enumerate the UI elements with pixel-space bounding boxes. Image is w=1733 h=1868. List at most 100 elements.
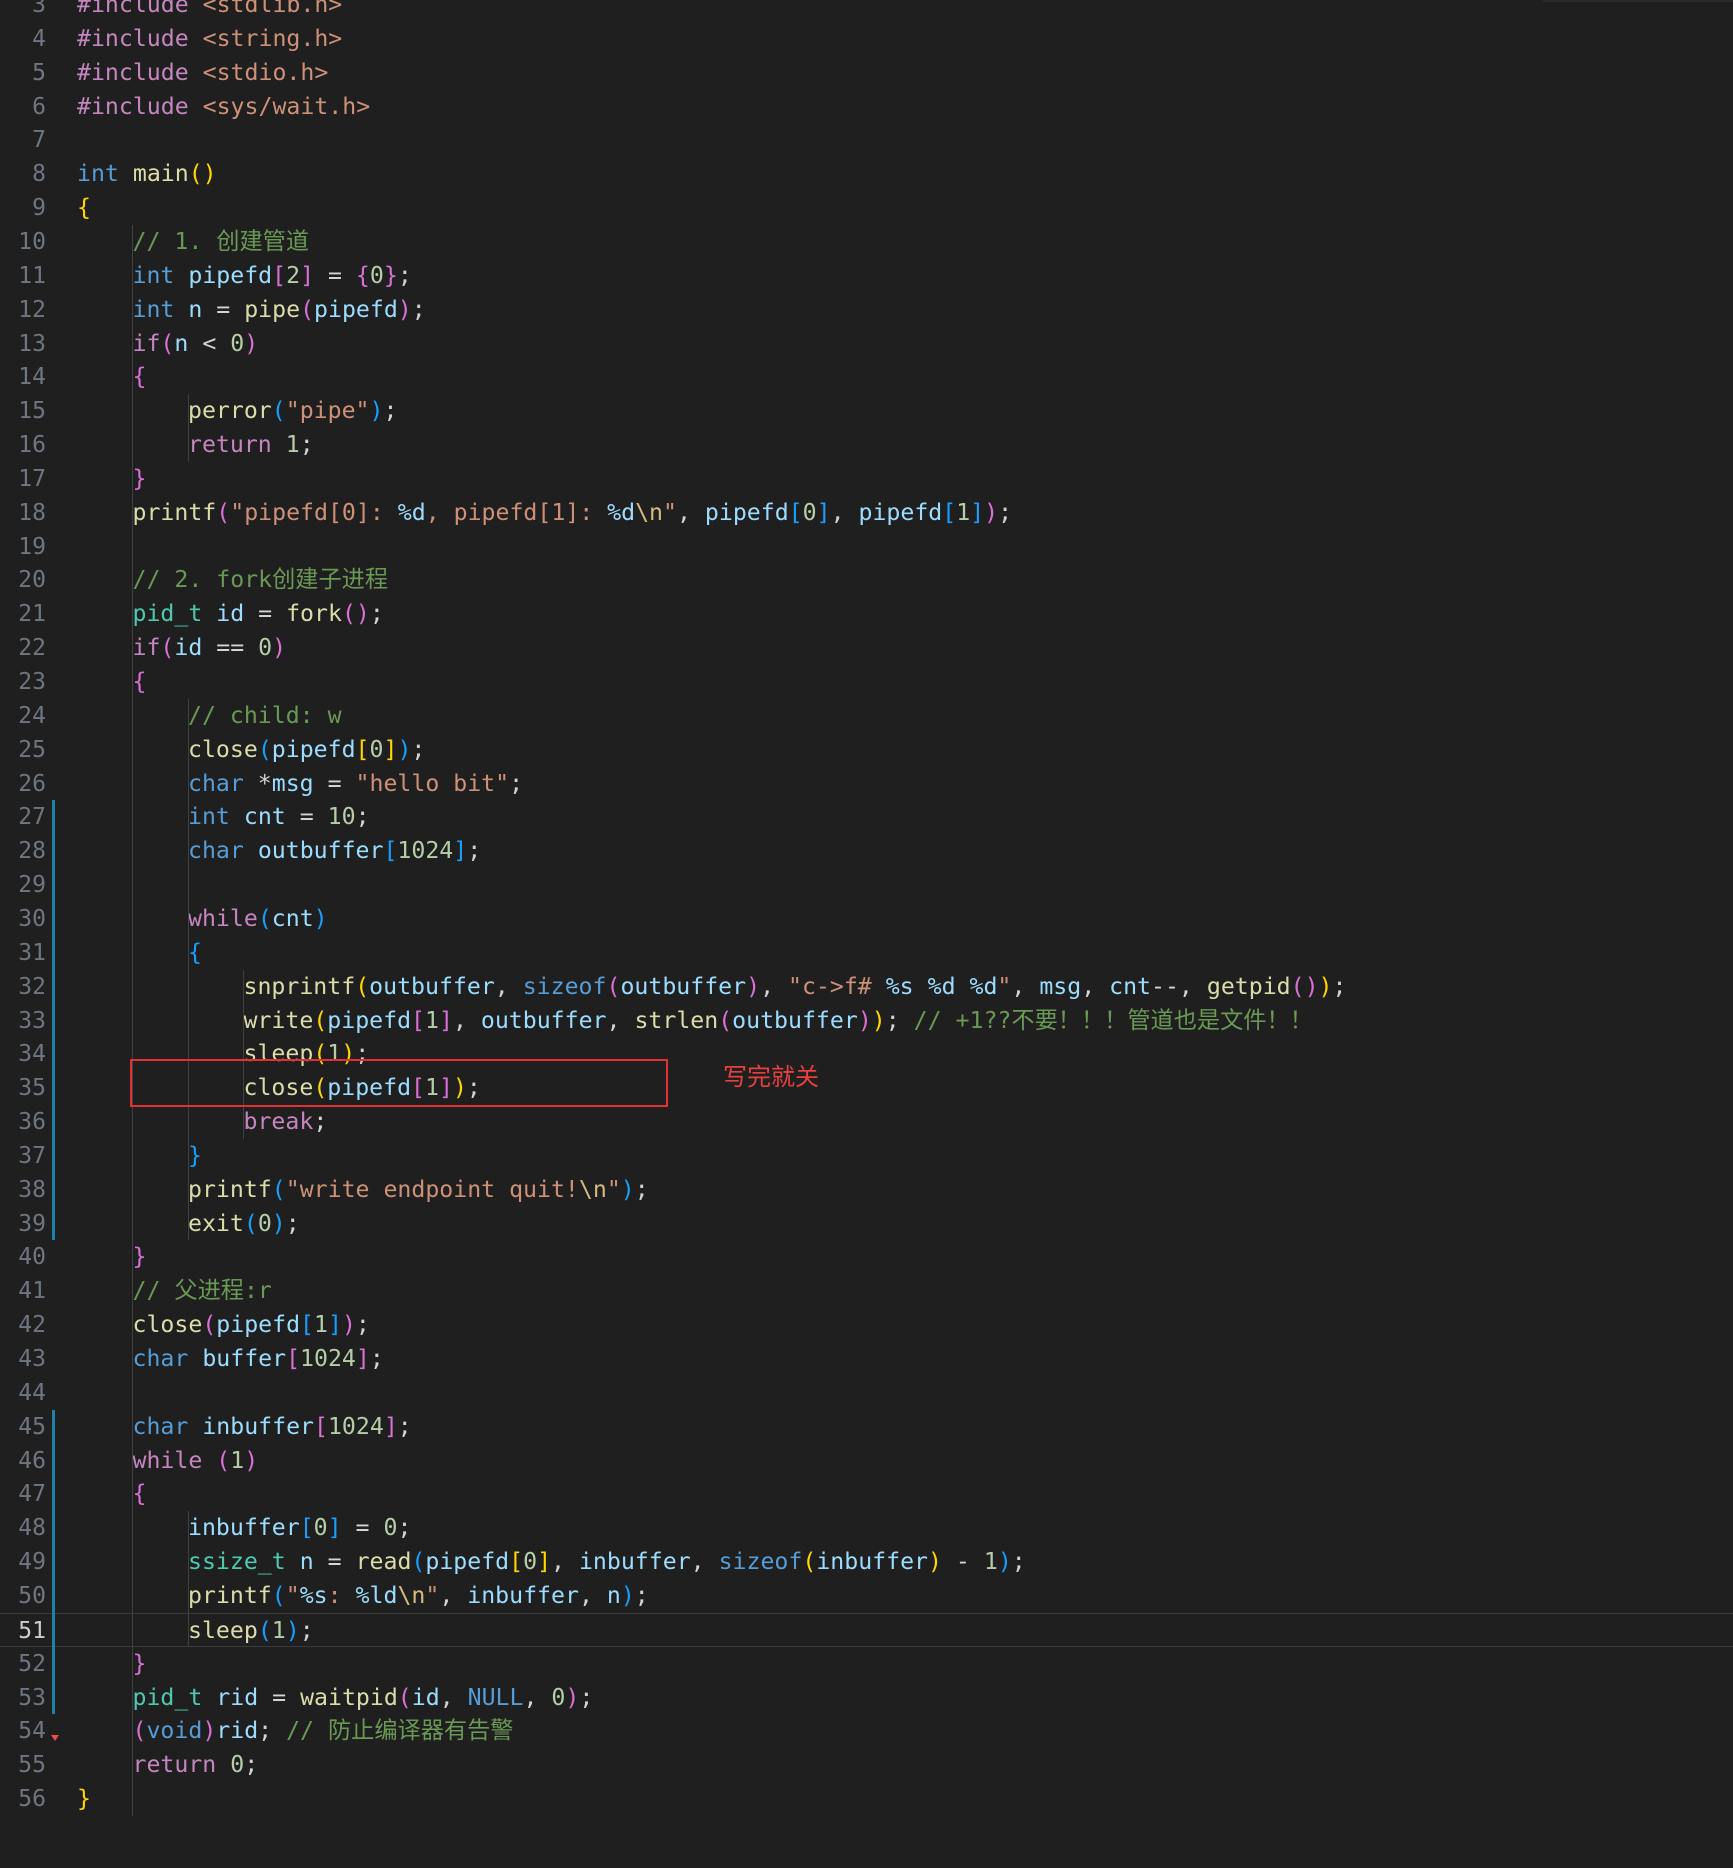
code-text[interactable]: pid_t id = fork(); [133,597,384,631]
code-line[interactable]: 26 char *msg = "hello bit"; [0,767,1733,801]
line-number[interactable]: 28 [0,834,46,868]
code-text[interactable]: ssize_t n = read(pipefd[0], inbuffer, si… [188,1545,1026,1579]
line-number[interactable]: 55 [0,1748,46,1782]
code-text[interactable]: close(pipefd[0]); [188,733,425,767]
line-number[interactable]: 14 [0,360,46,394]
line-number[interactable]: 44 [0,1376,46,1410]
code-line[interactable]: 53 pid_t rid = waitpid(id, NULL, 0); [0,1681,1733,1715]
code-line[interactable]: 47 { [0,1477,1733,1511]
code-line[interactable]: 52} [0,1647,1733,1681]
code-line[interactable]: 40} [0,1240,1733,1274]
line-number[interactable]: 53 [0,1681,46,1715]
line-number[interactable]: 25 [0,733,46,767]
code-text[interactable]: pid_t rid = waitpid(id, NULL, 0); [133,1681,594,1715]
line-number[interactable]: 17 [0,462,46,496]
code-text[interactable]: char *msg = "hello bit"; [188,767,523,801]
line-number[interactable]: 16 [0,428,46,462]
line-number[interactable]: 34 [0,1037,46,1071]
code-text[interactable]: } [188,1139,202,1173]
code-text[interactable]: #include <sys/wait.h> [77,90,370,124]
code-text[interactable]: // 父进程:r [133,1274,272,1308]
code-line[interactable]: 44 [0,1376,1733,1410]
line-number[interactable]: 12 [0,293,46,327]
code-line[interactable]: 23 { [0,665,1733,699]
code-text[interactable]: while (1) [133,1444,259,1478]
line-number[interactable]: 31 [0,936,46,970]
code-line[interactable]: 39 exit(0); [0,1207,1733,1241]
code-line[interactable]: 21 pid_t id = fork(); [0,597,1733,631]
code-line[interactable]: 25 close(pipefd[0]); [0,733,1733,767]
line-number[interactable]: 33 [0,1004,46,1038]
line-number[interactable]: 35 [0,1071,46,1105]
modified-line-marker[interactable] [52,800,55,1241]
line-number[interactable]: 6 [0,90,46,124]
code-text[interactable]: int n = pipe(pipefd); [133,293,426,327]
code-line[interactable]: 20 // 2. fork创建子进程 [0,563,1733,597]
code-line[interactable]: 38 printf("write endpoint quit!\n"); [0,1173,1733,1207]
code-line[interactable]: 46 while (1) [0,1444,1733,1478]
code-line[interactable]: 31 { [0,936,1733,970]
code-line[interactable]: 7 [0,123,1733,157]
code-line[interactable]: 42 close(pipefd[1]); [0,1308,1733,1342]
code-text[interactable]: int main() [77,157,217,191]
deleted-line-marker[interactable] [51,1734,59,1741]
code-text[interactable]: } [77,1782,91,1816]
line-number[interactable]: 29 [0,868,46,902]
code-line[interactable]: 4 #include <string.h> [0,22,1733,56]
line-number[interactable]: 24 [0,699,46,733]
code-text[interactable]: { [133,665,147,699]
code-text[interactable]: { [133,360,147,394]
code-line[interactable]: 49 ssize_t n = read(pipefd[0], inbuffer, … [0,1545,1733,1579]
line-number[interactable]: 19 [0,530,46,564]
line-number[interactable]: 52 [0,1647,46,1681]
code-line[interactable]: 15 perror("pipe"); [0,394,1733,428]
code-text[interactable]: break; [244,1105,328,1139]
code-text[interactable]: close(pipefd[1]); [133,1308,370,1342]
code-line[interactable]: 33 write(pipefd[1], outbuffer, strlen(out… [0,1004,1733,1038]
code-text[interactable]: char inbuffer[1024]; [133,1410,412,1444]
line-number[interactable]: 18 [0,496,46,530]
line-number[interactable]: 42 [0,1308,46,1342]
code-text[interactable]: // 2. fork创建子进程 [133,563,389,597]
code-text[interactable]: write(pipefd[1], outbuffer, strlen(outbu… [244,1004,1313,1038]
code-text[interactable]: char outbuffer[1024]; [188,834,481,868]
code-text[interactable]: #include <stdio.h> [77,56,328,90]
code-text[interactable]: { [188,936,202,970]
code-line[interactable]: 41 // 父进程:r [0,1274,1733,1308]
code-text[interactable]: char buffer[1024]; [133,1342,384,1376]
code-line[interactable]: 16 return 1; [0,428,1733,462]
code-line[interactable]: 24 // child: w [0,699,1733,733]
code-text[interactable]: (void)rid; // 防止编译器有告警 [133,1714,514,1748]
line-number[interactable]: 30 [0,902,46,936]
line-number[interactable]: 41 [0,1274,46,1308]
code-text[interactable]: } [133,1240,147,1274]
code-line[interactable]: 9{ [0,191,1733,225]
code-text[interactable]: } [133,1647,147,1681]
code-text[interactable]: printf("%s: %ld\n", inbuffer, n); [188,1579,649,1613]
line-number[interactable]: 50 [0,1579,46,1613]
line-number[interactable]: 7 [0,123,46,157]
line-number[interactable]: 20 [0,563,46,597]
line-number[interactable]: 47 [0,1477,46,1511]
code-line[interactable]: 28 char outbuffer[1024]; [0,834,1733,868]
code-line[interactable]: 50 printf("%s: %ld\n", inbuffer, n); [0,1579,1733,1613]
code-line[interactable]: 5 #include <stdio.h> [0,56,1733,90]
line-number[interactable]: 56 [0,1782,46,1816]
line-number[interactable]: 45 [0,1410,46,1444]
code-line[interactable]: 11 int pipefd[2] = {0}; [0,259,1733,293]
line-number[interactable]: 46 [0,1444,46,1478]
code-line[interactable]: 32 snprintf(outbuffer, sizeof(outbuffer),… [0,970,1733,1004]
line-number[interactable]: 5 [0,56,46,90]
line-number[interactable]: 38 [0,1173,46,1207]
line-number[interactable]: 37 [0,1139,46,1173]
line-number[interactable]: 51 [0,1614,46,1648]
code-line[interactable]: 18 printf("pipefd[0]: %d, pipefd[1]: %d\n… [0,496,1733,530]
line-number[interactable]: 36 [0,1105,46,1139]
code-text[interactable]: if(n < 0) [133,327,259,361]
code-line[interactable]: 51 sleep(1); [0,1612,1733,1648]
line-number[interactable]: 26 [0,767,46,801]
code-line[interactable]: 45 char inbuffer[1024]; [0,1410,1733,1444]
code-line[interactable]: 22 if(id == 0) [0,631,1733,665]
code-line[interactable]: 56} [0,1782,1733,1816]
line-number[interactable]: 39 [0,1207,46,1241]
